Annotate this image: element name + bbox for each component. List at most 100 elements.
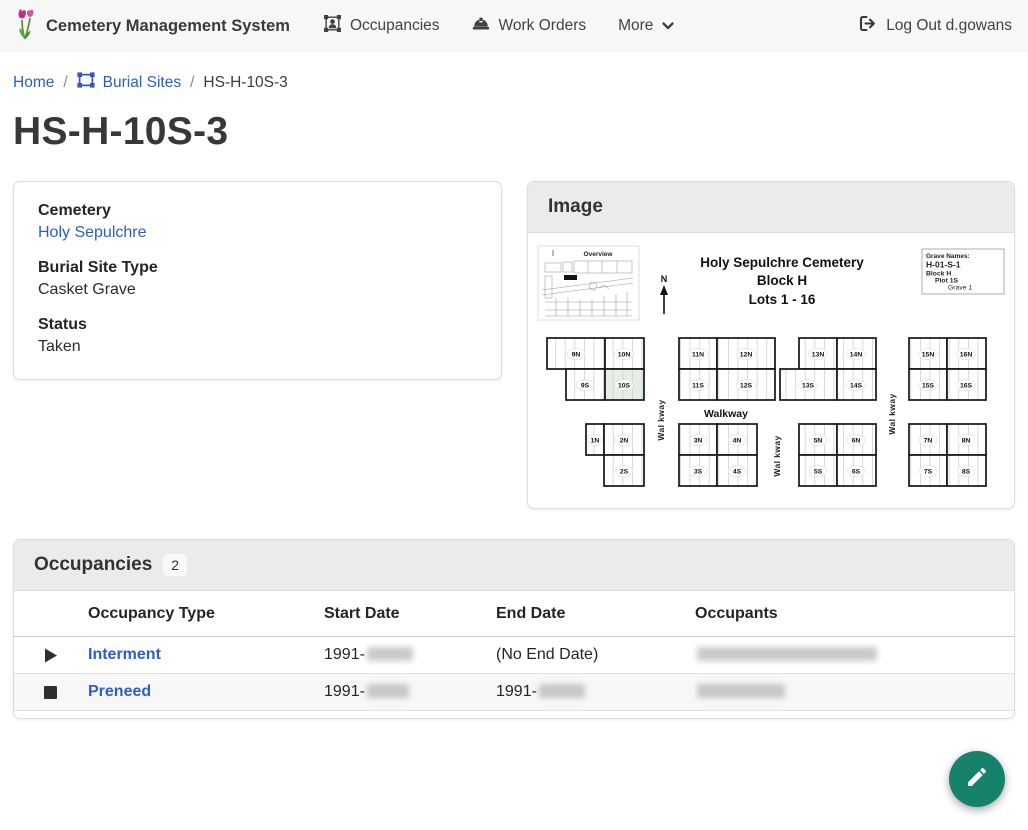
svg-text:4S: 4S [733, 468, 742, 475]
svg-text:···: ··· [607, 287, 610, 291]
vector-square-icon [77, 72, 95, 93]
redacted-date [367, 684, 409, 698]
breadcrumb-current: HS-H-10S-3 [203, 74, 287, 92]
svg-text:H-01-S-1: H-01-S-1 [926, 260, 961, 270]
nav-item-work-orders[interactable]: Work Orders [472, 16, 587, 36]
pencil-icon [965, 765, 989, 794]
table-row: Interment 1991- (No End Date) [14, 637, 1014, 674]
svg-text:15N: 15N [922, 351, 935, 358]
image-card-header: Image [528, 182, 1014, 233]
start-date-cell: 1991- [312, 674, 484, 711]
occupants-cell [683, 637, 1014, 674]
svg-text:1N: 1N [591, 437, 600, 444]
occupancies-card-header: Occupancies 2 [14, 540, 1014, 591]
svg-text:11S: 11S [692, 382, 704, 389]
image-card-body: Overview ··· [528, 233, 1014, 508]
svg-text:Wal kway: Wal kway [656, 399, 666, 440]
field-label: Burial Site Type [38, 259, 477, 277]
chevron-down-icon [662, 17, 674, 35]
svg-text:14N: 14N [850, 351, 863, 358]
occupancies-card: Occupancies 2 Occupancy Type Start Date … [13, 539, 1015, 719]
breadcrumb-separator: / [63, 74, 67, 92]
field-value: Taken [38, 338, 477, 356]
map-legend: Grave Names: H-01-S-1 Block H Plot 1S Gr… [922, 249, 1004, 294]
start-date-cell: 1991- [312, 637, 484, 674]
stop-icon [44, 686, 57, 703]
column-start-date: Start Date [312, 591, 484, 637]
occupants-cell [683, 674, 1014, 711]
svg-text:13N: 13N [812, 351, 825, 358]
svg-text:Overview: Overview [584, 251, 614, 258]
svg-text:3N: 3N [694, 437, 703, 444]
play-icon [44, 650, 58, 667]
svg-text:3S: 3S [694, 468, 703, 475]
breadcrumb-separator: / [190, 74, 194, 92]
breadcrumb: Home / Burial Sites / HS-H-10S-3 [0, 52, 1028, 93]
nav-label-occupancies: Occupancies [350, 17, 440, 35]
svg-text:5N: 5N [814, 437, 823, 444]
occupancy-status-cell [14, 637, 76, 674]
occupancies-title: Occupancies [34, 554, 152, 576]
breadcrumb-burial-sites[interactable]: Burial Sites [77, 72, 181, 93]
svg-text:Wal kway: Wal kway [887, 393, 897, 434]
hard-hat-icon [472, 16, 490, 36]
field-label: Status [38, 316, 477, 334]
end-date-cell: (No End Date) [484, 637, 683, 674]
edit-fab-button[interactable] [949, 751, 1005, 807]
nav-item-more[interactable]: More [618, 17, 674, 35]
cards-row: Cemetery Holy Sepulchre Burial Site Type… [0, 181, 1028, 509]
svg-text:6N: 6N [852, 437, 861, 444]
column-occupancy-type: Occupancy Type [76, 591, 312, 637]
tulip-logo [14, 8, 37, 45]
column-occupants: Occupants [683, 591, 1014, 637]
occupancy-type-link[interactable]: Preneed [88, 683, 151, 700]
occupancies-table: Occupancy Type Start Date End Date Occup… [14, 591, 1014, 711]
field-status: Status Taken [38, 316, 477, 356]
svg-text:8N: 8N [962, 437, 971, 444]
svg-text:Block H: Block H [926, 271, 951, 278]
nav-links: Occupancies Work Orders More [324, 15, 675, 37]
cemetery-link[interactable]: Holy Sepulchre [38, 224, 147, 241]
top-navbar: Cemetery Management System Occupancies [0, 0, 1028, 52]
svg-text:12N: 12N [740, 351, 753, 358]
svg-text:Walkway: Walkway [704, 408, 748, 420]
occupancy-type-link[interactable]: Interment [88, 646, 161, 663]
svg-text:10S: 10S [618, 382, 631, 389]
field-burial-site-type: Burial Site Type Casket Grave [38, 259, 477, 299]
svg-text:8S: 8S [962, 468, 971, 475]
page-title: HS-H-10S-3 [0, 93, 1028, 154]
svg-text:11N: 11N [692, 351, 704, 358]
north-arrow: N [660, 274, 668, 314]
app-brand[interactable]: Cemetery Management System [14, 8, 290, 45]
field-value: Casket Grave [38, 281, 477, 299]
end-date-cell: 1991- [484, 674, 683, 711]
redacted-occupants [697, 647, 877, 661]
svg-text:13S: 13S [802, 382, 815, 389]
svg-text:9S: 9S [581, 382, 590, 389]
logout-button[interactable]: Log Out d.gowans [859, 15, 1012, 37]
svg-text:7N: 7N [924, 437, 933, 444]
svg-text:2N: 2N [620, 437, 629, 444]
svg-text:N: N [661, 274, 668, 284]
svg-text:Wal kway: Wal kway [772, 435, 782, 476]
svg-text:15S: 15S [922, 382, 935, 389]
redacted-date [367, 647, 413, 661]
svg-text:16N: 16N [960, 351, 973, 358]
svg-text:4N: 4N [733, 437, 742, 444]
breadcrumb-home[interactable]: Home [13, 74, 54, 92]
redacted-occupants [697, 684, 785, 698]
redacted-date [539, 684, 585, 698]
nav-item-occupancies[interactable]: Occupancies [324, 15, 440, 37]
occupancies-table-wrap: Occupancy Type Start Date End Date Occup… [14, 591, 1014, 718]
occupancy-status-cell [14, 674, 76, 711]
column-icon-header [14, 591, 76, 637]
svg-text:Block H: Block H [757, 273, 807, 288]
svg-text:16S: 16S [960, 382, 973, 389]
map-overview-thumbnail: Overview ··· [538, 246, 639, 320]
field-cemetery: Cemetery Holy Sepulchre [38, 202, 477, 242]
svg-text:7S: 7S [924, 468, 933, 475]
svg-text:Grave 1: Grave 1 [948, 285, 972, 292]
table-header-row: Occupancy Type Start Date End Date Occup… [14, 591, 1014, 637]
field-label: Cemetery [38, 202, 477, 220]
svg-text:12S: 12S [740, 382, 753, 389]
